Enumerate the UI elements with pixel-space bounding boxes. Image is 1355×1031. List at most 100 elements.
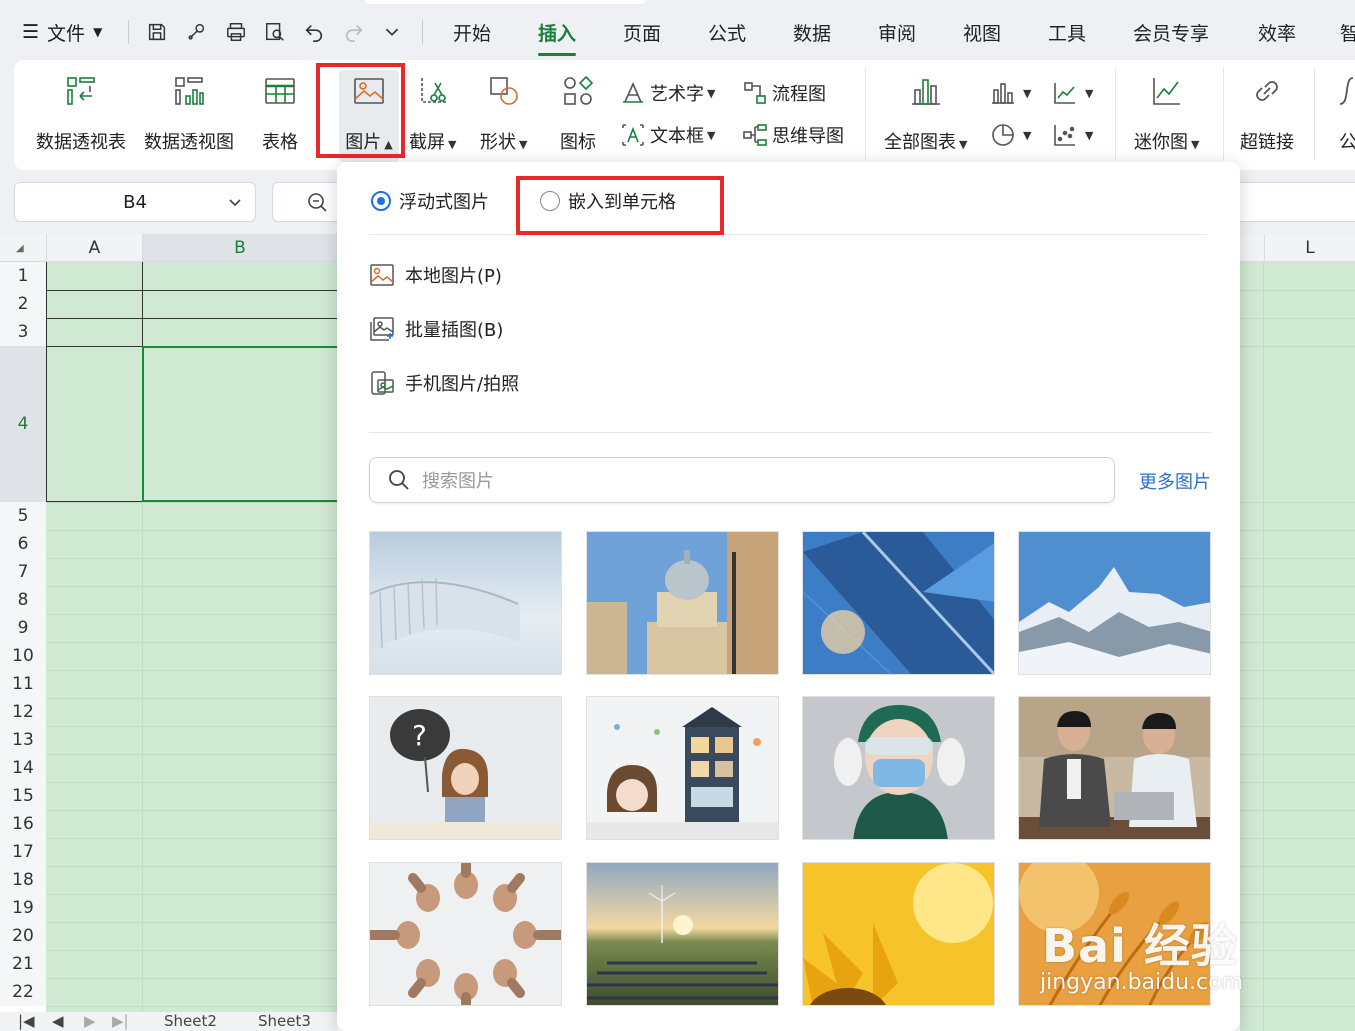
row-header-17[interactable]: 17 bbox=[0, 838, 46, 866]
tab-efficiency[interactable]: 效率 bbox=[1258, 18, 1296, 46]
tab-page[interactable]: 页面 bbox=[623, 18, 661, 46]
icon-button[interactable]: 图标 bbox=[558, 70, 598, 162]
sparkline-button[interactable]: 迷你图 ▼ bbox=[1134, 70, 1199, 162]
formula-bar[interactable] bbox=[1240, 182, 1355, 222]
picture-search-input[interactable]: 搜索图片 bbox=[369, 457, 1115, 503]
picture-thumbnail[interactable]: ? bbox=[369, 696, 562, 840]
chevron-down-icon[interactable] bbox=[225, 192, 245, 217]
all-charts-button[interactable]: 全部图表 ▼ bbox=[884, 70, 967, 162]
row-header-5[interactable]: 5 bbox=[0, 502, 46, 530]
column-header-l[interactable]: L bbox=[1264, 234, 1355, 262]
cell-a4[interactable] bbox=[46, 346, 143, 502]
column-chart-button[interactable]: ▼ bbox=[990, 78, 1031, 108]
line-chart-button[interactable]: ▼ bbox=[1052, 78, 1093, 108]
row-header-13[interactable]: 13 bbox=[0, 726, 46, 754]
screenshot-button[interactable]: 截屏 ▼ bbox=[409, 70, 456, 162]
quick-access-more-icon[interactable] bbox=[378, 18, 406, 46]
row-header-2[interactable]: 2 bbox=[0, 290, 46, 318]
row-header-21[interactable]: 21 bbox=[0, 950, 46, 978]
table-icon bbox=[260, 70, 300, 112]
save-icon[interactable] bbox=[143, 18, 171, 46]
pivot-table-button[interactable]: 数据透视表 bbox=[36, 70, 126, 162]
row-header-20[interactable]: 20 bbox=[0, 922, 46, 950]
tab-formula[interactable]: 公式 bbox=[708, 18, 746, 46]
scatter-chart-button[interactable]: ▼ bbox=[1052, 120, 1093, 150]
chevron-down-icon: ▼ bbox=[1085, 86, 1094, 100]
picture-thumbnail[interactable] bbox=[1018, 531, 1211, 675]
picture-thumbnail[interactable] bbox=[369, 862, 562, 1006]
sheet-tab-sheet2[interactable]: Sheet2 bbox=[164, 1012, 217, 1030]
textbox-button[interactable]: 文本框 ▼ bbox=[620, 120, 715, 150]
row-header-16[interactable]: 16 bbox=[0, 810, 46, 838]
tab-insert[interactable]: 插入 bbox=[538, 18, 577, 56]
formula-icon bbox=[1328, 70, 1355, 112]
select-all-corner[interactable]: ◢ bbox=[0, 234, 46, 262]
picture-thumbnail[interactable] bbox=[586, 862, 779, 1006]
tab-home[interactable]: 开始 bbox=[453, 18, 491, 46]
redo-icon[interactable] bbox=[340, 18, 368, 46]
chevron-down-icon: ▼ bbox=[448, 138, 457, 151]
mindmap-button[interactable]: 思维导图 bbox=[742, 120, 844, 150]
format-painter-icon[interactable] bbox=[183, 18, 211, 46]
row-header-10[interactable]: 10 bbox=[0, 642, 46, 670]
tab-tools[interactable]: 工具 bbox=[1048, 18, 1086, 46]
row-header-11[interactable]: 11 bbox=[0, 670, 46, 698]
picture-thumbnail[interactable] bbox=[369, 531, 562, 675]
picture-thumbnail[interactable] bbox=[802, 862, 995, 1006]
cell-border bbox=[142, 262, 337, 346]
phone-picture-item[interactable]: 手机图片/拍照 bbox=[369, 367, 519, 399]
hyperlink-button[interactable]: 超链接 bbox=[1240, 70, 1294, 162]
wordart-button[interactable]: 艺术字 ▼ bbox=[620, 78, 715, 108]
undo-icon[interactable] bbox=[300, 18, 328, 46]
prev-sheet-icon[interactable]: ◀ bbox=[52, 1012, 64, 1030]
picture-thumbnail[interactable] bbox=[802, 696, 995, 840]
tab-smart[interactable]: 智 bbox=[1340, 18, 1355, 46]
name-box[interactable]: B4 bbox=[14, 182, 256, 222]
row-header-12[interactable]: 12 bbox=[0, 698, 46, 726]
row-header-1[interactable]: 1 bbox=[0, 262, 46, 290]
tab-member[interactable]: 会员专享 bbox=[1133, 18, 1209, 46]
row-header-4[interactable]: 4 bbox=[0, 346, 46, 502]
row-header-3[interactable]: 3 bbox=[0, 318, 46, 346]
row-header-15[interactable]: 15 bbox=[0, 782, 46, 810]
file-menu[interactable]: ☰ 文件 ▼ bbox=[22, 18, 102, 46]
pivot-chart-button[interactable]: 数据透视图 bbox=[144, 70, 234, 162]
radio-floating-picture[interactable]: 浮动式图片 bbox=[371, 188, 489, 214]
first-sheet-icon[interactable]: |◀ bbox=[18, 1012, 35, 1030]
row-header-14[interactable]: 14 bbox=[0, 754, 46, 782]
active-cell-b4[interactable] bbox=[142, 346, 337, 502]
table-button[interactable]: 表格 bbox=[260, 70, 300, 162]
shape-button[interactable]: 形状 ▼ bbox=[480, 70, 527, 162]
tab-view[interactable]: 视图 bbox=[963, 18, 1001, 46]
chevron-down-icon: ▼ bbox=[519, 138, 528, 151]
row-header-9[interactable]: 9 bbox=[0, 614, 46, 642]
picture-thumbnail[interactable] bbox=[802, 531, 995, 675]
row-header-22[interactable]: 22 bbox=[0, 978, 46, 1006]
local-picture-item[interactable]: 本地图片(P) bbox=[369, 259, 502, 291]
picture-thumbnail[interactable] bbox=[586, 531, 779, 675]
picture-thumbnail[interactable] bbox=[586, 696, 779, 840]
column-header-a[interactable]: A bbox=[46, 234, 142, 262]
row-header-8[interactable]: 8 bbox=[0, 586, 46, 614]
row-header-19[interactable]: 19 bbox=[0, 894, 46, 922]
zoom-icon[interactable] bbox=[307, 192, 329, 214]
column-header-k[interactable] bbox=[1240, 234, 1264, 262]
column-header-b[interactable]: B bbox=[142, 234, 337, 262]
tab-data[interactable]: 数据 bbox=[793, 18, 831, 46]
print-preview-icon[interactable] bbox=[261, 18, 289, 46]
sheet-tab-sheet3[interactable]: Sheet3 bbox=[258, 1012, 311, 1030]
row-header-18[interactable]: 18 bbox=[0, 866, 46, 894]
tab-review[interactable]: 审阅 bbox=[878, 18, 916, 46]
next-sheet-icon[interactable]: ▶ bbox=[84, 1012, 96, 1030]
picture-thumbnail[interactable] bbox=[1018, 696, 1211, 840]
pie-chart-button[interactable]: ▼ bbox=[990, 120, 1031, 150]
batch-insert-item[interactable]: 批量插图(B) bbox=[369, 313, 503, 345]
row-header-6[interactable]: 6 bbox=[0, 530, 46, 558]
more-pictures-link[interactable]: 更多图片 bbox=[1139, 468, 1211, 494]
last-sheet-icon[interactable]: ▶| bbox=[112, 1012, 129, 1030]
print-icon[interactable] bbox=[222, 18, 250, 46]
row-header-7[interactable]: 7 bbox=[0, 558, 46, 586]
flowchart-button[interactable]: 流程图 bbox=[742, 78, 826, 108]
scatter-chart-icon bbox=[1054, 125, 1075, 146]
formula-button[interactable]: 公 bbox=[1328, 70, 1355, 162]
